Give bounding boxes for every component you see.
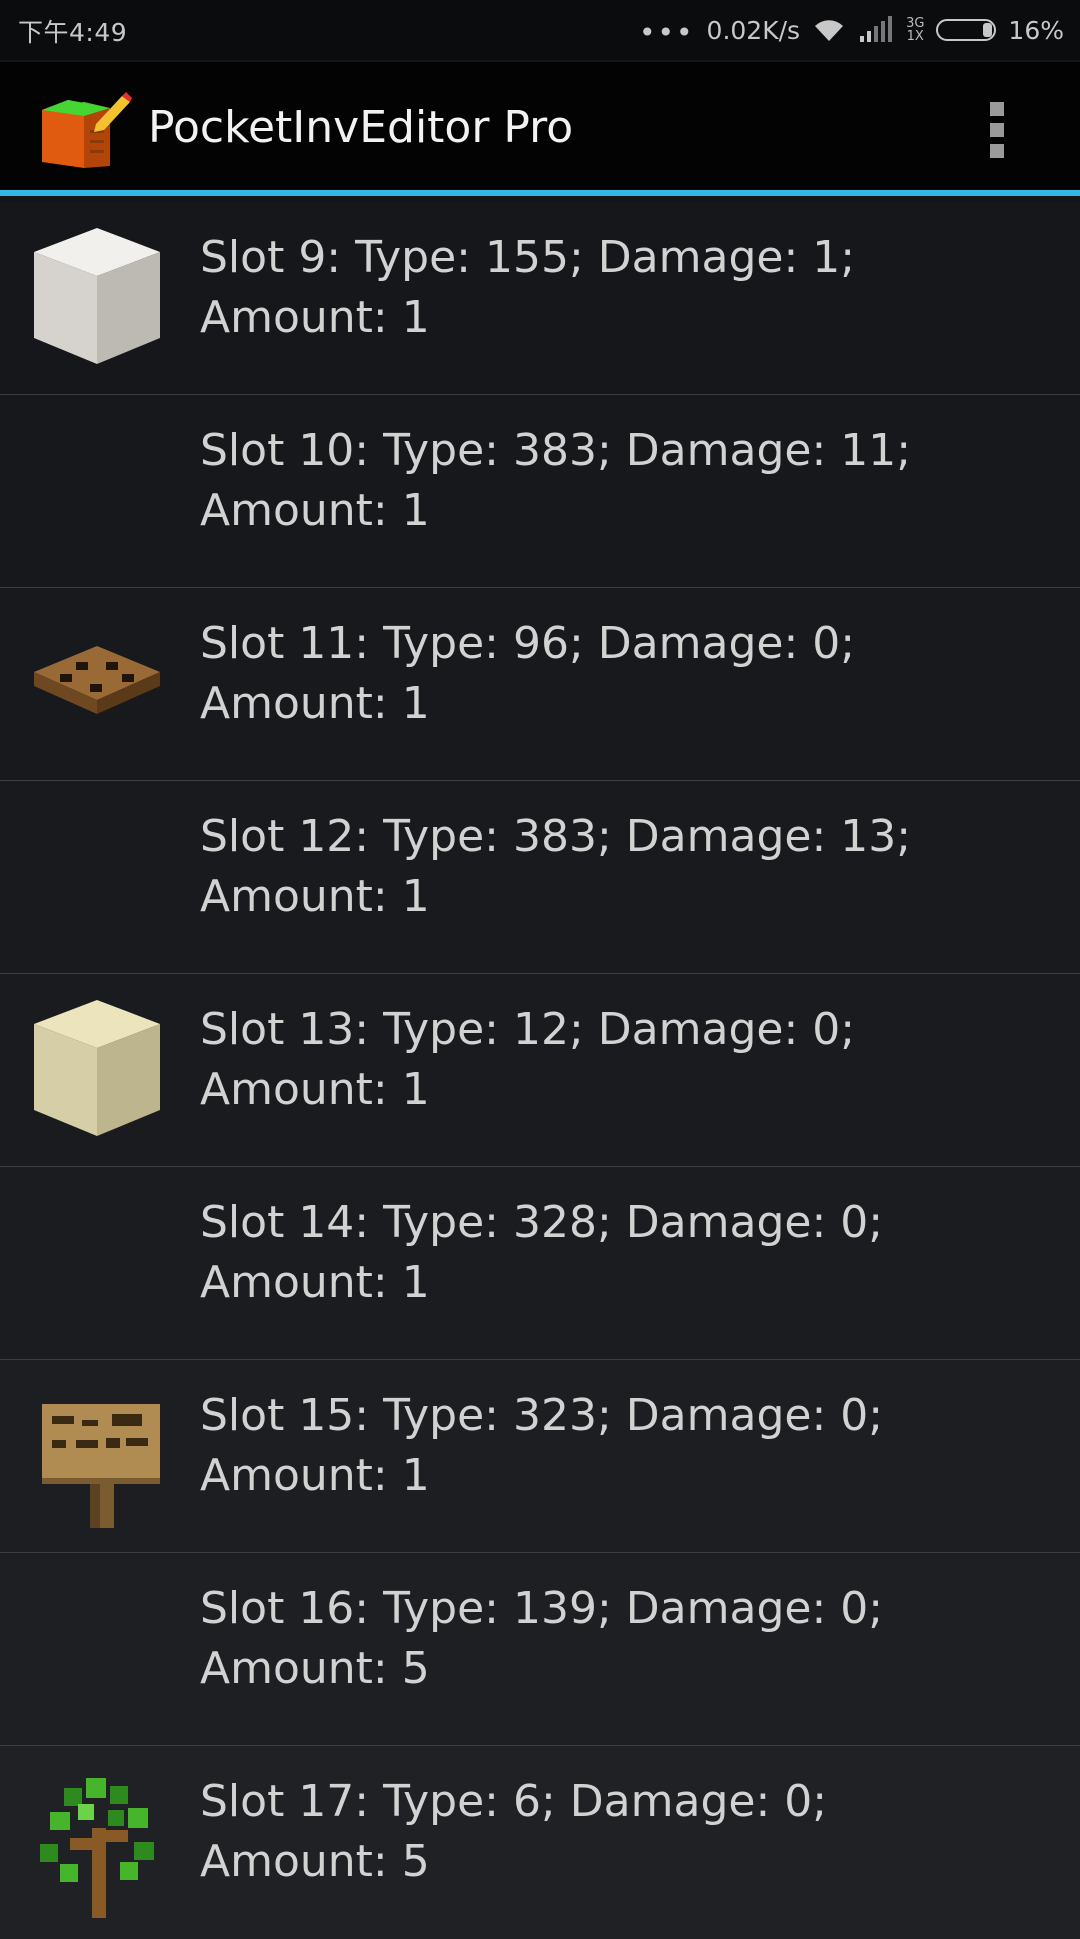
slot-amount: Amount: 1 [200,292,430,343]
slot-line1: Slot 11: Type: 96; Damage: 0; [200,618,856,669]
slot-line1: Slot 17: Type: 6; Damage: 0; [200,1776,828,1827]
slot-list[interactable]: Slot 9: Type: 155; Damage: 1; Amount: 1 … [0,202,1080,1939]
wifi-icon [815,20,844,41]
list-item[interactable]: Slot 17: Type: 6; Damage: 0; Amount: 5 [0,1746,1080,1939]
slot-amount: Amount: 1 [200,1450,430,1501]
list-item[interactable]: Slot 10: Type: 383; Damage: 11; Amount: … [0,395,1080,588]
notification-dots: ••• [639,16,695,49]
app-logo-icon[interactable] [36,90,132,170]
slot-line1: Slot 12: Type: 383; Damage: 13; [200,811,912,862]
slot-text: Slot 10: Type: 383; Damage: 11; Amount: … [200,421,1060,541]
list-item[interactable]: Slot 14: Type: 328; Damage: 0; Amount: 1 [0,1167,1080,1360]
action-bar-accent-line [0,190,1080,196]
action-bar: PocketInvEditor Pro [0,62,1080,196]
slot-line1: Slot 14: Type: 328; Damage: 0; [200,1197,884,1248]
overflow-menu-icon[interactable] [982,102,1012,162]
status-bar: 下午4:49 ••• 0.02K/s 3G 1X 16% [0,0,1080,60]
slot-amount: Amount: 5 [200,1643,430,1694]
slot-amount: Amount: 1 [200,871,430,922]
trapdoor-icon [34,646,160,714]
sign-icon [42,1404,160,1528]
network-speed: 0.02K/s [706,15,801,45]
list-item[interactable]: Slot 13: Type: 12; Damage: 0; Amount: 1 [0,974,1080,1167]
slot-text: Slot 13: Type: 12; Damage: 0; Amount: 1 [200,1000,1060,1120]
slot-text: Slot 17: Type: 6; Damage: 0; Amount: 5 [200,1772,1060,1892]
slot-amount: Amount: 1 [200,678,430,729]
slot-line1: Slot 15: Type: 323; Damage: 0; [200,1390,884,1441]
slot-amount: Amount: 1 [200,1257,430,1308]
network-type: 3G 1X [906,17,924,43]
network-type-bottom: 1X [906,29,924,44]
battery-percent: 16% [1008,15,1064,45]
slot-amount: Amount: 1 [200,485,430,536]
sapling-icon [40,1778,154,1918]
list-item[interactable]: Slot 15: Type: 323; Damage: 0; Amount: 1 [0,1360,1080,1553]
battery-icon [936,19,997,41]
slot-amount: Amount: 5 [200,1836,430,1887]
status-indicators: ••• 0.02K/s 3G 1X 16% [627,12,1064,48]
slot-text: Slot 9: Type: 155; Damage: 1; Amount: 1 [200,228,1060,348]
slot-line1: Slot 10: Type: 383; Damage: 11; [200,425,912,476]
app-title: PocketInvEditor Pro [148,102,574,153]
sand-block-icon [34,1000,160,1136]
slot-line1: Slot 9: Type: 155; Damage: 1; [200,232,856,283]
slot-amount: Amount: 1 [200,1064,430,1115]
slot-text: Slot 16: Type: 139; Damage: 0; Amount: 5 [200,1579,1060,1699]
list-item[interactable]: Slot 11: Type: 96; Damage: 0; Amount: 1 [0,588,1080,781]
slot-text: Slot 14: Type: 328; Damage: 0; Amount: 1 [200,1193,1060,1313]
slot-text: Slot 11: Type: 96; Damage: 0; Amount: 1 [200,614,1060,734]
list-item[interactable]: Slot 9: Type: 155; Damage: 1; Amount: 1 [0,202,1080,395]
slot-line1: Slot 13: Type: 12; Damage: 0; [200,1004,856,1055]
slot-text: Slot 12: Type: 383; Damage: 13; Amount: … [200,807,1060,927]
quartz-block-icon [34,228,160,364]
signal-icon [860,16,893,42]
list-item[interactable]: Slot 16: Type: 139; Damage: 0; Amount: 5 [0,1553,1080,1746]
slot-text: Slot 15: Type: 323; Damage: 0; Amount: 1 [200,1386,1060,1506]
list-item[interactable]: Slot 12: Type: 383; Damage: 13; Amount: … [0,781,1080,974]
slot-line1: Slot 16: Type: 139; Damage: 0; [200,1583,884,1634]
status-time: 下午4:49 [18,18,128,47]
